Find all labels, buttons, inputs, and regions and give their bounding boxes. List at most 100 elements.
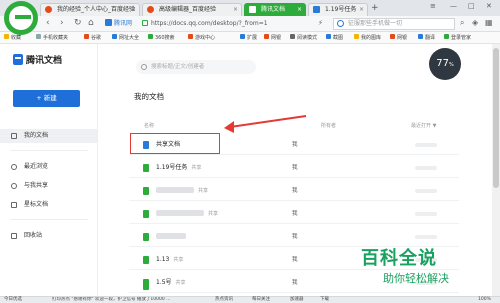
sidebar-item-shared[interactable]: 与我共享	[0, 179, 97, 193]
blurred-name	[156, 187, 194, 193]
site-icon	[112, 34, 117, 39]
file-name: 共享	[156, 204, 218, 224]
bookmark-item[interactable]: 网银	[264, 32, 281, 44]
column-header-last-opened[interactable]: 最近打开 ▼	[411, 122, 436, 129]
site-icon	[148, 34, 153, 39]
doc-favicon-icon	[313, 6, 320, 13]
bookmark-item[interactable]: 登录管家	[444, 32, 471, 44]
scrollbar[interactable]	[492, 44, 500, 296]
bookmark-item[interactable]: 扩展	[240, 32, 257, 44]
sheet-file-icon	[143, 210, 149, 218]
menu-icon[interactable]: ≡	[430, 2, 436, 10]
home-icon[interactable]: ⌂	[88, 18, 94, 28]
forward-icon[interactable]: ›	[60, 18, 64, 28]
file-owner: 我	[292, 234, 298, 240]
bookmark-item[interactable]: 谷歌	[84, 32, 101, 44]
translate-icon	[418, 34, 423, 39]
last-opened-date	[415, 235, 437, 239]
back-icon[interactable]: ‹	[46, 18, 50, 28]
bookmark-item[interactable]: 网银	[390, 32, 407, 44]
file-name	[156, 227, 190, 247]
refresh-icon[interactable]: ↻	[74, 18, 82, 28]
last-opened-date	[415, 143, 437, 147]
bookmark-item[interactable]: 360搜索	[148, 32, 175, 44]
bookmark-item[interactable]: 阅读模式	[290, 32, 317, 44]
divider	[10, 150, 88, 151]
tab-tencent-docs[interactable]: 腾讯文档 ×	[244, 3, 306, 16]
bookmark-item[interactable]: 游戏中心	[188, 32, 215, 44]
document-search-input[interactable]: 搜索标题/正文/创建者	[136, 60, 256, 74]
last-opened-date	[415, 166, 437, 170]
address-bar: ‹ › ↻ ⌂ 腾讯网 https://docs.qq.com/desktop/…	[0, 16, 500, 32]
close-icon[interactable]: ×	[131, 4, 136, 15]
star-icon	[11, 202, 17, 208]
user-icon	[11, 183, 17, 189]
sheet-file-icon	[143, 187, 149, 195]
browser-logo-icon[interactable]	[4, 1, 38, 35]
bookmark-item[interactable]: 手机收藏夹	[36, 32, 68, 44]
tab-baidu-experience[interactable]: 我的经验_个人中心_百度经验 ×	[40, 3, 140, 16]
file-row[interactable]: 共享 我	[129, 181, 459, 201]
search-icon	[337, 20, 344, 27]
bank-icon	[390, 34, 395, 39]
search-icon[interactable]: ⌕	[460, 18, 464, 28]
brand-name: 腾讯文档	[26, 56, 63, 66]
maximize-icon[interactable]: □	[468, 2, 475, 10]
status-download[interactable]: 下载	[320, 297, 329, 303]
sidebar-item-label: 最近浏览	[24, 163, 49, 170]
column-header-name[interactable]: 名称	[144, 122, 154, 129]
status-hot[interactable]: 热点资讯	[215, 297, 233, 303]
search-icon	[141, 64, 147, 70]
sidebar-item-trash[interactable]: 回收站	[0, 229, 97, 243]
new-document-button[interactable]: + 新建	[13, 90, 80, 107]
sidebar-item-starred[interactable]: 星标文档	[0, 198, 97, 212]
url-field[interactable]: https://docs.qq.com/desktop/?_from=1	[142, 18, 282, 30]
avatar-unit: %	[448, 62, 454, 68]
close-icon[interactable]: ×	[297, 4, 302, 15]
new-tab-button[interactable]: +	[371, 3, 379, 14]
bookmark-item[interactable]: 截图	[326, 32, 343, 44]
lock-icon	[142, 20, 148, 26]
site-badge[interactable]: 腾讯网	[105, 18, 132, 29]
column-header-owner[interactable]: 所有者	[321, 122, 336, 129]
status-follow[interactable]: 每日关注	[252, 297, 270, 303]
window-close-icon[interactable]: ✕	[486, 2, 492, 10]
sheet-file-icon	[143, 164, 149, 172]
last-opened-date	[415, 189, 437, 193]
sidebar-item-my-docs[interactable]: 我的文档	[0, 129, 97, 143]
close-icon[interactable]: ×	[233, 4, 238, 15]
browser-search-input[interactable]: 征服那些手机做一切	[333, 18, 455, 30]
status-news[interactable]: 打印热点 "感谢有你" 欢迎一段，护卫信号 播放了10000 …	[52, 297, 202, 303]
status-left[interactable]: 今日优选	[4, 297, 22, 303]
minimize-icon[interactable]: —	[450, 2, 457, 10]
bookmark-item[interactable]: 网址大全	[112, 32, 139, 44]
sheet-file-icon	[143, 286, 149, 290]
file-owner: 我	[292, 188, 298, 194]
status-speed[interactable]: 加速器	[290, 297, 304, 303]
sidebar: 腾讯文档 + 新建 我的文档 最近浏览 与我共享 星标文档 回收站	[0, 44, 98, 296]
tab-advanced-editor[interactable]: 高级编辑器_百度经验 ×	[142, 3, 242, 16]
lightning-icon[interactable]: ⚡	[318, 19, 323, 27]
sidebar-item-label: 回收站	[24, 232, 43, 239]
scissors-icon	[326, 34, 331, 39]
zoom-level[interactable]: 100%	[478, 297, 491, 303]
file-owner: 我	[292, 211, 298, 217]
tab-title: 我的经验_个人中心_百度经验	[57, 6, 136, 13]
sidebar-item-label: 与我共享	[24, 182, 49, 189]
bookmark-item[interactable]: 我的图库	[354, 32, 381, 44]
bookmark-item[interactable]: 翻译	[418, 32, 435, 44]
close-icon[interactable]: ×	[359, 4, 364, 15]
file-row[interactable]: 共享 我	[129, 204, 459, 224]
file-owner: 我	[292, 257, 298, 263]
sheet-file-icon	[143, 233, 149, 241]
shield-icon[interactable]: ◈	[472, 18, 478, 27]
extensions-icon[interactable]: ▦	[485, 18, 493, 27]
brand-logo[interactable]: 腾讯文档	[13, 54, 62, 68]
scrollbar-thumb[interactable]	[493, 48, 499, 188]
sidebar-item-recent[interactable]: 最近浏览	[0, 160, 97, 174]
file-row[interactable]: 1.19号任务 共享 我	[129, 158, 459, 178]
sidebar-item-label: 星标文档	[24, 201, 49, 208]
tab-task[interactable]: 1.19号任务 ×	[308, 3, 368, 16]
puzzle-icon	[240, 34, 245, 39]
avatar[interactable]: 77%	[429, 48, 461, 80]
